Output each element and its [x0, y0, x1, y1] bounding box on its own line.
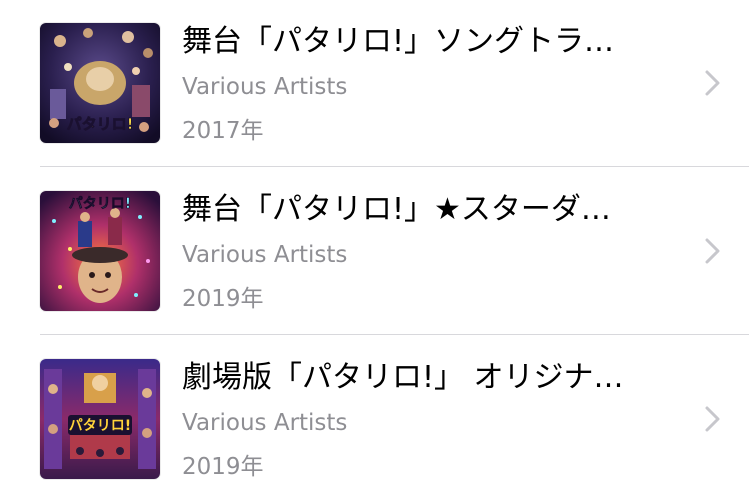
album-title: 劇場版「パタリロ!」 オリジナ… [182, 360, 624, 395]
album-artwork-image: パタリロ! [40, 359, 160, 479]
album-row-1[interactable]: パタリロ! 舞台「パタリロ!」ソングトラ… Various Artists 20… [0, 0, 749, 168]
artwork-logo-text: パタリロ! [69, 196, 131, 212]
album-row-3[interactable]: パタリロ! 劇場版「パタリロ!」 オリジナ… Various Artists 2… [0, 336, 749, 504]
chevron-right-icon [705, 238, 720, 264]
album-year: 2019年 [182, 454, 264, 480]
album-title: 舞台「パタリロ!」ソングトラ… [182, 24, 615, 59]
album-artwork: パタリロ! [40, 359, 160, 479]
chevron-right-icon [705, 70, 720, 96]
artwork-logo-text: パタリロ! [69, 418, 131, 434]
artwork-logo-text: パタリロ! [67, 115, 134, 133]
album-artwork-image: パタリロ! [40, 23, 160, 143]
row-separator [40, 334, 749, 335]
row-separator [40, 166, 749, 167]
album-artwork: パタリロ! [40, 191, 160, 311]
album-list: パタリロ! 舞台「パタリロ!」ソングトラ… Various Artists 20… [0, 0, 749, 489]
album-artist: Various Artists [182, 410, 348, 436]
album-title: 舞台「パタリロ!」★スターダ… [182, 192, 611, 227]
chevron-right-icon [705, 406, 720, 432]
album-artwork-image: パタリロ! [40, 191, 160, 311]
album-row-2[interactable]: パタリロ! 舞台「パタリロ!」★スターダ… Various Artists 20… [0, 168, 749, 336]
album-artist: Various Artists [182, 74, 348, 100]
album-artist: Various Artists [182, 242, 348, 268]
album-year: 2019年 [182, 286, 264, 312]
album-artwork: パタリロ! [40, 23, 160, 143]
album-year: 2017年 [182, 118, 264, 144]
